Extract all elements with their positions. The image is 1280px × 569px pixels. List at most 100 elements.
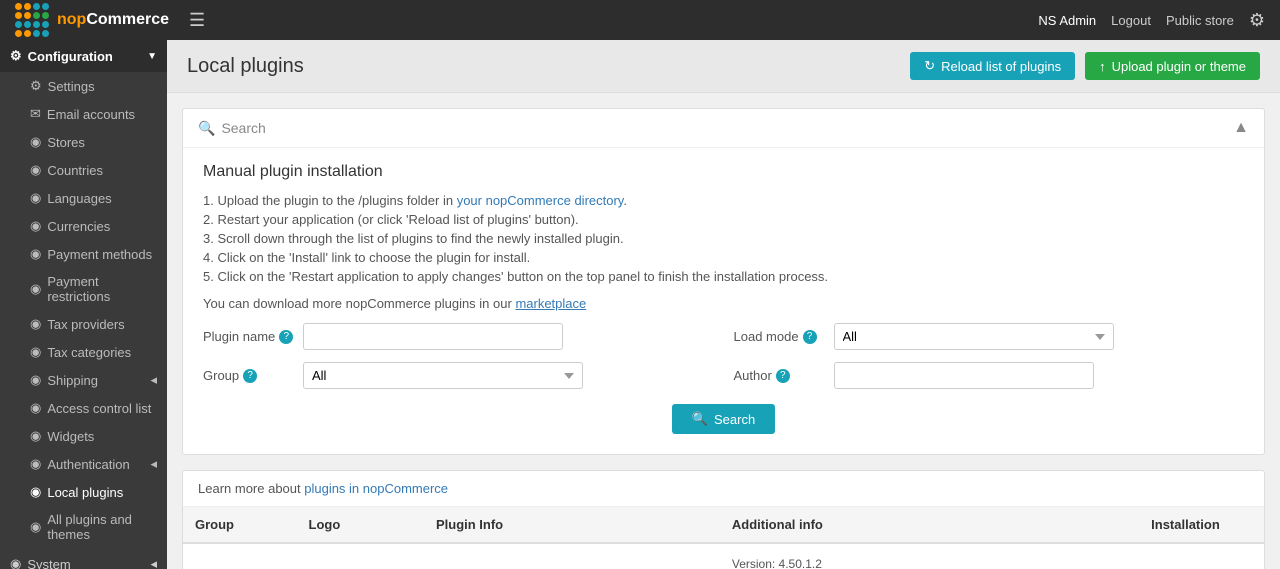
local-plugins-icon: ◉ — [30, 484, 41, 500]
collapse-button[interactable]: ▲ — [1233, 119, 1249, 137]
sidebar-item-payment-methods[interactable]: ◉ Payment methods — [0, 240, 167, 268]
sidebar-label-local-plugins: Local plugins — [47, 485, 123, 500]
sidebar-item-countries[interactable]: ◉ Countries — [0, 156, 167, 184]
sidebar-label-auth: Authentication — [47, 457, 129, 472]
plugin-name-group: Plugin name ? — [203, 323, 714, 350]
search-panel-header: 🔍 Search ▲ — [183, 109, 1264, 148]
username-label: NS Admin — [1038, 13, 1096, 28]
sidebar-item-email-accounts[interactable]: ✉ Email accounts — [0, 100, 167, 128]
sidebar-label-settings: Settings — [48, 79, 95, 94]
sidebar-label-languages: Languages — [47, 191, 111, 206]
author-input[interactable] — [834, 362, 1094, 389]
logo-dot — [42, 30, 49, 37]
chevron-right-icon: ◂ — [150, 372, 157, 388]
settings-gear-icon[interactable]: ⚙ — [1249, 10, 1265, 31]
configuration-icon: ⚙ — [10, 48, 22, 64]
page-header-buttons: ↻ Reload list of plugins ↑ Upload plugin… — [910, 52, 1260, 80]
group-group: Group ? All — [203, 362, 714, 389]
logo-dot — [15, 12, 22, 19]
sidebar-configuration-header[interactable]: ⚙ Configuration ▼ — [0, 40, 167, 72]
plugin-name-input[interactable] — [303, 323, 563, 350]
search-label: Search — [221, 120, 265, 136]
logo-dot — [15, 30, 22, 37]
logo-dot — [42, 21, 49, 28]
plugins-nopcommerce-link[interactable]: plugins in nopCommerce — [304, 481, 448, 496]
sidebar-item-tax-categories[interactable]: ◉ Tax categories — [0, 338, 167, 366]
payment-icon: ◉ — [30, 246, 41, 262]
plugin-name-label: Plugin name ? — [203, 329, 293, 344]
sidebar-label-currencies: Currencies — [47, 219, 110, 234]
search-panel-body: Manual plugin installation Upload the pl… — [183, 148, 1264, 454]
group-select[interactable]: All — [303, 362, 583, 389]
plugin-name-help-icon[interactable]: ? — [279, 330, 293, 344]
sidebar-item-payment-restrictions[interactable]: ◉ Payment restrictions — [0, 268, 167, 310]
sidebar-label-all-plugins: All plugins and themes — [47, 512, 157, 542]
top-navigation: nopCommerce ☰ NS Admin Logout Public sto… — [0, 0, 1280, 40]
sidebar-label-acl: Access control list — [47, 401, 151, 416]
page-title: Local plugins — [187, 55, 304, 78]
sidebar-item-languages[interactable]: ◉ Languages — [0, 184, 167, 212]
search-panel-left: 🔍 Search — [198, 120, 266, 137]
logo-dot — [42, 3, 49, 10]
logo-dot — [33, 3, 40, 10]
sidebar-label-system: System — [27, 557, 70, 569]
widgets-icon: ◉ — [30, 428, 41, 444]
marketplace-info: You can download more nopCommerce plugin… — [203, 296, 1244, 311]
search-button-row: 🔍 Search — [203, 404, 1244, 439]
marketplace-link[interactable]: marketplace — [515, 296, 586, 311]
currencies-icon: ◉ — [30, 218, 41, 234]
sidebar-label-payment: Payment methods — [47, 247, 152, 262]
logo-dot — [24, 12, 31, 19]
sidebar-item-widgets[interactable]: ◉ Widgets — [0, 422, 167, 450]
reload-plugins-button[interactable]: ↻ Reload list of plugins — [910, 52, 1075, 80]
manual-step-1: Upload the plugin to the /plugins folder… — [203, 191, 1244, 210]
countries-icon: ◉ — [30, 162, 41, 178]
logo-dot — [24, 3, 31, 10]
upload-icon: ↑ — [1099, 59, 1106, 74]
author-label: Author ? — [734, 368, 824, 383]
tax-icon: ◉ — [30, 316, 41, 332]
sidebar-item-stores[interactable]: ◉ Stores — [0, 128, 167, 156]
table-row: Nop-Station — [183, 543, 1264, 569]
search-icon: 🔍 — [692, 411, 708, 427]
sidebar-item-system[interactable]: ◉ System ◂ — [0, 548, 167, 569]
sidebar-item-acl[interactable]: ◉ Access control list — [0, 394, 167, 422]
load-mode-select[interactable]: All — [834, 323, 1114, 350]
logo-dot — [33, 21, 40, 28]
sidebar-item-all-plugins[interactable]: ◉ All plugins and themes — [0, 506, 167, 548]
logout-link[interactable]: Logout — [1111, 13, 1151, 28]
sidebar-item-currencies[interactable]: ◉ Currencies — [0, 212, 167, 240]
logo-dot — [15, 3, 22, 10]
store-icon: ◉ — [30, 134, 41, 150]
group-help-icon[interactable]: ? — [243, 369, 257, 383]
sidebar-item-settings[interactable]: ⚙ Settings — [0, 72, 167, 100]
search-button[interactable]: 🔍 Search — [672, 404, 775, 434]
load-mode-help-icon[interactable]: ? — [803, 330, 817, 344]
sidebar-item-authentication[interactable]: ◉ Authentication ◂ — [0, 450, 167, 478]
sidebar-item-tax-providers[interactable]: ◉ Tax providers — [0, 310, 167, 338]
col-plugin-info: Plugin Info — [424, 507, 720, 543]
table-header: Group Logo Plugin Info Additional info I… — [183, 507, 1264, 543]
manual-step-4: Click on the 'Install' link to choose th… — [203, 248, 1244, 267]
author-help-icon[interactable]: ? — [776, 369, 790, 383]
manual-step-5: Click on the 'Restart application to app… — [203, 267, 1244, 286]
public-store-link[interactable]: Public store — [1166, 13, 1234, 28]
filter-row-2: Group ? All Author ? — [203, 362, 1244, 389]
manual-install-title: Manual plugin installation — [203, 163, 1244, 181]
sidebar-item-shipping[interactable]: ◉ Shipping ◂ — [0, 366, 167, 394]
reload-icon: ↻ — [924, 58, 935, 74]
cell-logo: nopStation MEGA MENU — [297, 543, 424, 569]
sidebar-label-widgets: Widgets — [47, 429, 94, 444]
sidebar-label-email: Email accounts — [47, 107, 135, 122]
col-installation: Installation — [1139, 507, 1264, 543]
cell-installation: Uninstall — [1139, 543, 1264, 569]
filter-row-1: Plugin name ? Load mode ? All — [203, 323, 1244, 350]
sidebar-label-countries: Countries — [47, 163, 103, 178]
nopcommerce-dir-link[interactable]: your nopCommerce directory — [457, 193, 624, 208]
upload-plugin-button[interactable]: ↑ Upload plugin or theme — [1085, 52, 1260, 80]
email-icon: ✉ — [30, 106, 41, 122]
additional-info-block: Version: 4.50.1.2 Author: Nop-Station Te… — [732, 554, 1127, 569]
sidebar-item-local-plugins[interactable]: ◉ Local plugins — [0, 478, 167, 506]
hamburger-menu[interactable]: ☰ — [189, 10, 205, 31]
logo: nopCommerce — [15, 3, 169, 37]
